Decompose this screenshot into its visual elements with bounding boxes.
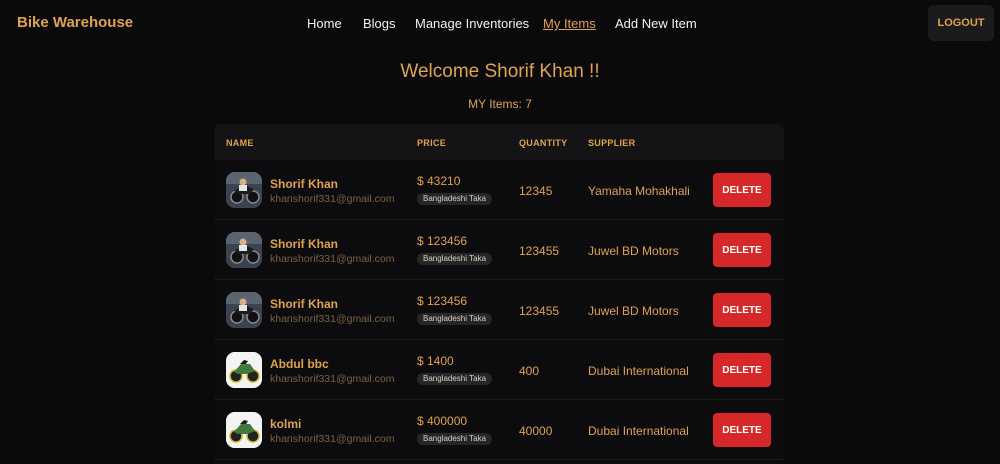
item-image	[226, 292, 262, 328]
table-header: NAME PRICE QUANTITY SUPPLIER	[214, 124, 784, 160]
item-image	[226, 412, 262, 448]
nav-blogs-link[interactable]: Blogs	[363, 16, 396, 31]
item-price: $ 123456	[417, 234, 468, 248]
item-supplier: Yamaha Mohakhali	[588, 184, 690, 198]
nav-manage-inventories-link[interactable]: Manage Inventories	[415, 16, 529, 31]
currency-badge: Bangladeshi Taka	[417, 433, 493, 445]
item-email: khanshorif331@gmail.com	[270, 193, 395, 205]
item-quantity: 12345	[519, 184, 553, 198]
item-price: $ 400000	[417, 414, 468, 428]
table-row: kolmi khanshorif331@gmail.com $ 400000 Bang…	[214, 400, 784, 460]
table-row: Shorif Khan khanshorif331@gmail.com $ 1234…	[214, 280, 784, 340]
currency-badge: Bangladeshi Taka	[417, 313, 493, 325]
delete-button[interactable]: DELETE	[713, 413, 771, 447]
table-row: Shorif Khan khanshorif331@gmail.com $ 4321…	[214, 160, 784, 220]
items-count: MY Items: 7	[468, 97, 532, 111]
item-supplier: Juwel BD Motors	[588, 304, 679, 318]
item-quantity: 400	[519, 364, 540, 378]
nav-my-items-link[interactable]: My Items	[543, 16, 596, 31]
item-supplier: Dubai International	[588, 364, 689, 378]
item-image	[226, 232, 262, 268]
nav-add-new-item-link[interactable]: Add New Item	[615, 16, 697, 31]
header-quantity: QUANTITY	[519, 138, 568, 148]
currency-badge: Bangladeshi Taka	[417, 193, 493, 205]
item-name: Abdul bbc	[270, 357, 329, 371]
nav-home-link[interactable]: Home	[307, 16, 342, 31]
item-quantity: 40000	[519, 424, 553, 438]
table-row: Shorif Khan khanshorif331@gmail.com $ 1234…	[214, 220, 784, 280]
header-name: NAME	[226, 138, 254, 148]
nav-links: Home Blogs Manage Inventories My Items A…	[0, 16, 1000, 34]
item-quantity: 123455	[519, 244, 560, 258]
currency-badge: Bangladeshi Taka	[417, 253, 493, 265]
item-name: Shorif Khan	[270, 177, 338, 191]
item-email: khanshorif331@gmail.com	[270, 433, 395, 445]
item-supplier: Juwel BD Motors	[588, 244, 679, 258]
item-price: $ 123456	[417, 294, 468, 308]
item-email: khanshorif331@gmail.com	[270, 313, 395, 325]
items-table: NAME PRICE QUANTITY SUPPLIER Shorif Khan…	[214, 124, 784, 464]
item-email: khanshorif331@gmail.com	[270, 373, 395, 385]
item-email: khanshorif331@gmail.com	[270, 253, 395, 265]
item-image	[226, 172, 262, 208]
currency-badge: Bangladeshi Taka	[417, 373, 493, 385]
delete-button[interactable]: DELETE	[713, 293, 771, 327]
header-supplier: SUPPLIER	[588, 138, 636, 148]
logout-button[interactable]: LOGOUT	[928, 5, 994, 41]
item-supplier: Dubai International	[588, 424, 689, 438]
navbar: Bike Warehouse Home Blogs Manage Invento…	[0, 0, 1000, 46]
item-price: $ 43210	[417, 174, 461, 188]
welcome-heading: Welcome Shorif Khan !!	[400, 61, 600, 82]
delete-button[interactable]: DELETE	[713, 233, 771, 267]
delete-button[interactable]: DELETE	[713, 353, 771, 387]
table-row: Abdul bbc khanshorif331@gmail.com $ 1400 Ba…	[214, 340, 784, 400]
item-quantity: 123455	[519, 304, 560, 318]
item-name: Shorif Khan	[270, 237, 338, 251]
header-price: PRICE	[417, 138, 447, 148]
item-name: Shorif Khan	[270, 297, 338, 311]
item-price: $ 1400	[417, 354, 454, 368]
delete-button[interactable]: DELETE	[713, 173, 771, 207]
item-image	[226, 352, 262, 388]
item-name: kolmi	[270, 417, 302, 431]
